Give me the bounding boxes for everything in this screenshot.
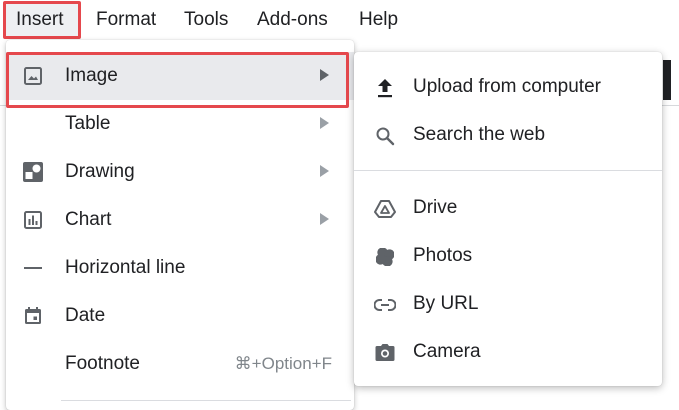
footnote-shortcut: ⌘+Option+F <box>234 354 332 373</box>
menu-item-drawing-label: Drawing <box>65 161 135 182</box>
submenu-arrow-icon <box>320 69 329 81</box>
submenu-item-camera-label: Camera <box>413 341 481 362</box>
submenu-item-upload-from-computer[interactable]: Upload from computer <box>354 64 662 112</box>
submenu-separator <box>354 170 662 171</box>
menu-tools[interactable]: Tools <box>184 9 228 31</box>
menu-item-drawing[interactable]: Drawing <box>6 148 354 196</box>
chart-icon <box>22 209 44 231</box>
menu-item-chart-label: Chart <box>65 209 112 230</box>
search-icon <box>374 125 396 147</box>
calendar-icon <box>22 305 44 327</box>
submenu-item-search-the-web[interactable]: Search the web <box>354 112 662 160</box>
submenu-item-upload-label: Upload from computer <box>413 76 601 97</box>
drive-icon <box>374 198 396 220</box>
submenu-item-photos[interactable]: Photos <box>354 233 662 281</box>
menu-item-chart[interactable]: Chart <box>6 196 354 244</box>
submenu-item-by-url[interactable]: By URL <box>354 281 662 329</box>
menu-format[interactable]: Format <box>96 9 156 31</box>
camera-icon <box>374 342 396 364</box>
upload-icon <box>374 77 396 99</box>
submenu-item-search-label: Search the web <box>413 124 546 145</box>
menu-item-horizontal-line-label: Horizontal line <box>65 257 186 278</box>
menu-item-date-label: Date <box>65 305 106 326</box>
submenu-arrow-icon <box>320 165 329 177</box>
link-icon <box>374 294 396 316</box>
image-submenu: Upload from computer Search the web Driv… <box>354 52 662 386</box>
menu-item-footnote-label: Footnote <box>65 353 140 374</box>
menu-help[interactable]: Help <box>359 9 398 31</box>
menu-bar: Insert Format Tools Add-ons Help <box>0 0 679 44</box>
menu-item-image[interactable]: Image <box>6 52 354 108</box>
submenu-arrow-icon <box>320 213 329 225</box>
menu-item-table-label: Table <box>65 113 111 134</box>
menu-item-date[interactable]: Date <box>6 292 354 340</box>
menu-item-table[interactable]: Table <box>6 100 354 148</box>
image-icon <box>22 65 44 87</box>
menu-separator <box>61 400 351 401</box>
photos-icon <box>374 246 396 268</box>
menu-item-image-label: Image <box>65 65 118 86</box>
menu-add-ons[interactable]: Add-ons <box>257 9 328 31</box>
menu-insert[interactable]: Insert <box>16 9 64 31</box>
submenu-item-drive-label: Drive <box>413 197 458 218</box>
menu-item-footnote[interactable]: Footnote ⌘+Option+F <box>6 340 354 388</box>
submenu-item-camera[interactable]: Camera <box>354 329 662 377</box>
submenu-item-drive[interactable]: Drive <box>354 185 662 233</box>
insert-menu: Image Table Drawing Chart Horizontal lin… <box>6 40 354 410</box>
drawing-icon <box>22 161 44 183</box>
submenu-item-by-url-label: By URL <box>413 293 479 314</box>
horizontal-line-icon <box>22 257 44 279</box>
submenu-arrow-icon <box>320 117 329 129</box>
doc-background-line <box>663 60 671 100</box>
submenu-item-photos-label: Photos <box>413 245 473 266</box>
menu-item-horizontal-line[interactable]: Horizontal line <box>6 244 354 292</box>
